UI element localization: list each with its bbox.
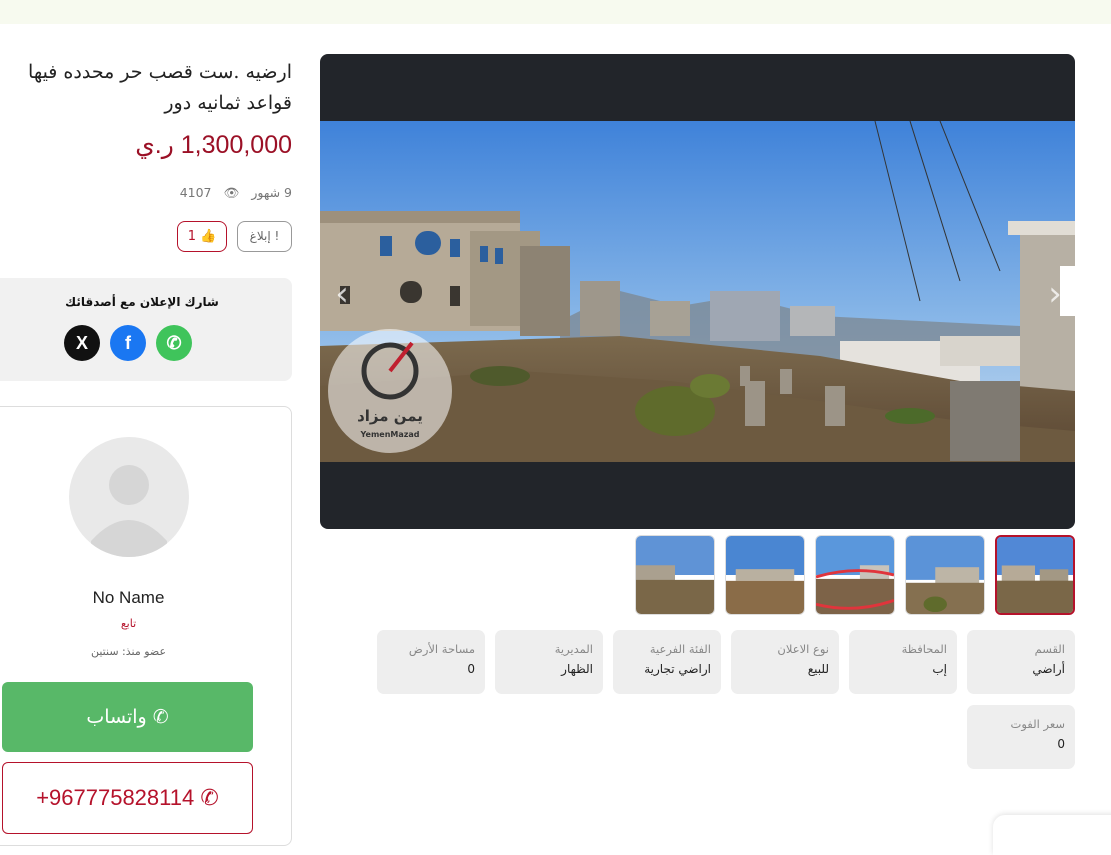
share-title: شارك الإعلان مع أصدقائك — [65, 295, 219, 309]
listing-title: ارضيه .ست قصب حر محدده فيها قواعد ثمانيه… — [28, 61, 292, 114]
facebook-icon[interactable]: f — [110, 325, 146, 361]
watermark-ar: يمن مزاد — [357, 407, 423, 425]
detail-label: المحافظة — [901, 642, 947, 656]
avatar — [69, 437, 189, 557]
image-gallery[interactable]: يمن مزاد YemenMazad ‹ › — [320, 54, 1075, 529]
report-label: إبلاغ — [249, 229, 271, 243]
x-icon[interactable]: X — [64, 325, 100, 361]
whatsapp-icon[interactable]: ✆ — [156, 325, 192, 361]
member-since: عضو منذ: سنتين — [90, 645, 167, 658]
detail-value: 0 — [1057, 737, 1065, 751]
watermark-en: YemenMazad — [359, 430, 419, 439]
detail-label: سعر الفوت — [1010, 717, 1065, 731]
detail-value: الظهار — [561, 662, 593, 676]
listing-age: 9 شهور — [251, 185, 292, 200]
top-bar — [0, 0, 1111, 24]
chevron-right-icon[interactable]: › — [1037, 276, 1073, 312]
thumbs-up-icon: 👍 — [200, 229, 217, 244]
detail-card-ad-type: نوع الاعلان للبيع — [731, 630, 839, 694]
detail-value: للبيع — [807, 662, 829, 676]
whatsapp-icon: ✆ — [152, 706, 169, 728]
detail-label: نوع الاعلان — [777, 642, 829, 656]
detail-label: الفئة الفرعية — [649, 642, 711, 656]
eye-icon: 👁 — [223, 185, 240, 200]
like-count: 1 — [187, 229, 196, 244]
thumbnail[interactable] — [635, 535, 715, 615]
seller-name: No Name — [92, 588, 165, 607]
detail-value: 0 — [467, 662, 475, 676]
thumbnail[interactable] — [725, 535, 805, 615]
detail-label: مساحة الأرض — [408, 642, 475, 656]
detail-card-subcategory: الفئة الفرعية اراضي تجارية — [613, 630, 721, 694]
like-button[interactable]: 1 👍 — [177, 221, 227, 252]
chat-widget[interactable] — [993, 815, 1111, 855]
detail-label: المديرية — [554, 642, 593, 656]
share-box: شارك الإعلان مع أصدقائك X f ✆ — [0, 278, 292, 381]
whatsapp-label: واتساب — [86, 706, 147, 728]
detail-card-land-area: مساحة الأرض 0 — [377, 630, 485, 694]
detail-card-foot-price: سعر الفوت 0 — [967, 705, 1075, 769]
detail-card-district: المديرية الظهار — [495, 630, 603, 694]
detail-value: أراضي — [1032, 662, 1065, 676]
thumbnail[interactable] — [905, 535, 985, 615]
detail-card-category: القسم أراضي — [967, 630, 1075, 694]
detail-card-governorate: المحافظة إب — [849, 630, 957, 694]
thumbnail-strip — [635, 535, 1075, 615]
listing-meta: 9 شهور 👁 4107 — [0, 185, 292, 201]
phone-button[interactable]: +967775828114 ✆ — [2, 762, 253, 834]
detail-value: اراضي تجارية — [644, 662, 711, 676]
phone-number: +967775828114 — [36, 785, 195, 810]
seller-role: تابع — [120, 617, 137, 630]
phone-icon: ✆ — [200, 785, 219, 810]
report-button[interactable]: ! إبلاغ — [237, 221, 292, 252]
listing-price: 1,300,000 ر.ي — [135, 131, 292, 159]
detail-label: القسم — [1034, 642, 1065, 656]
alert-icon: ! — [274, 229, 280, 243]
detail-value: إب — [932, 662, 947, 676]
thumbnail[interactable] — [815, 535, 895, 615]
whatsapp-button[interactable]: ✆ واتساب — [2, 682, 253, 752]
thumbnail-active[interactable] — [995, 535, 1075, 615]
main-photo[interactable]: يمن مزاد YemenMazad — [320, 121, 1075, 462]
chevron-left-icon[interactable]: ‹ — [324, 276, 360, 312]
listing-views: 4107 — [179, 185, 212, 200]
